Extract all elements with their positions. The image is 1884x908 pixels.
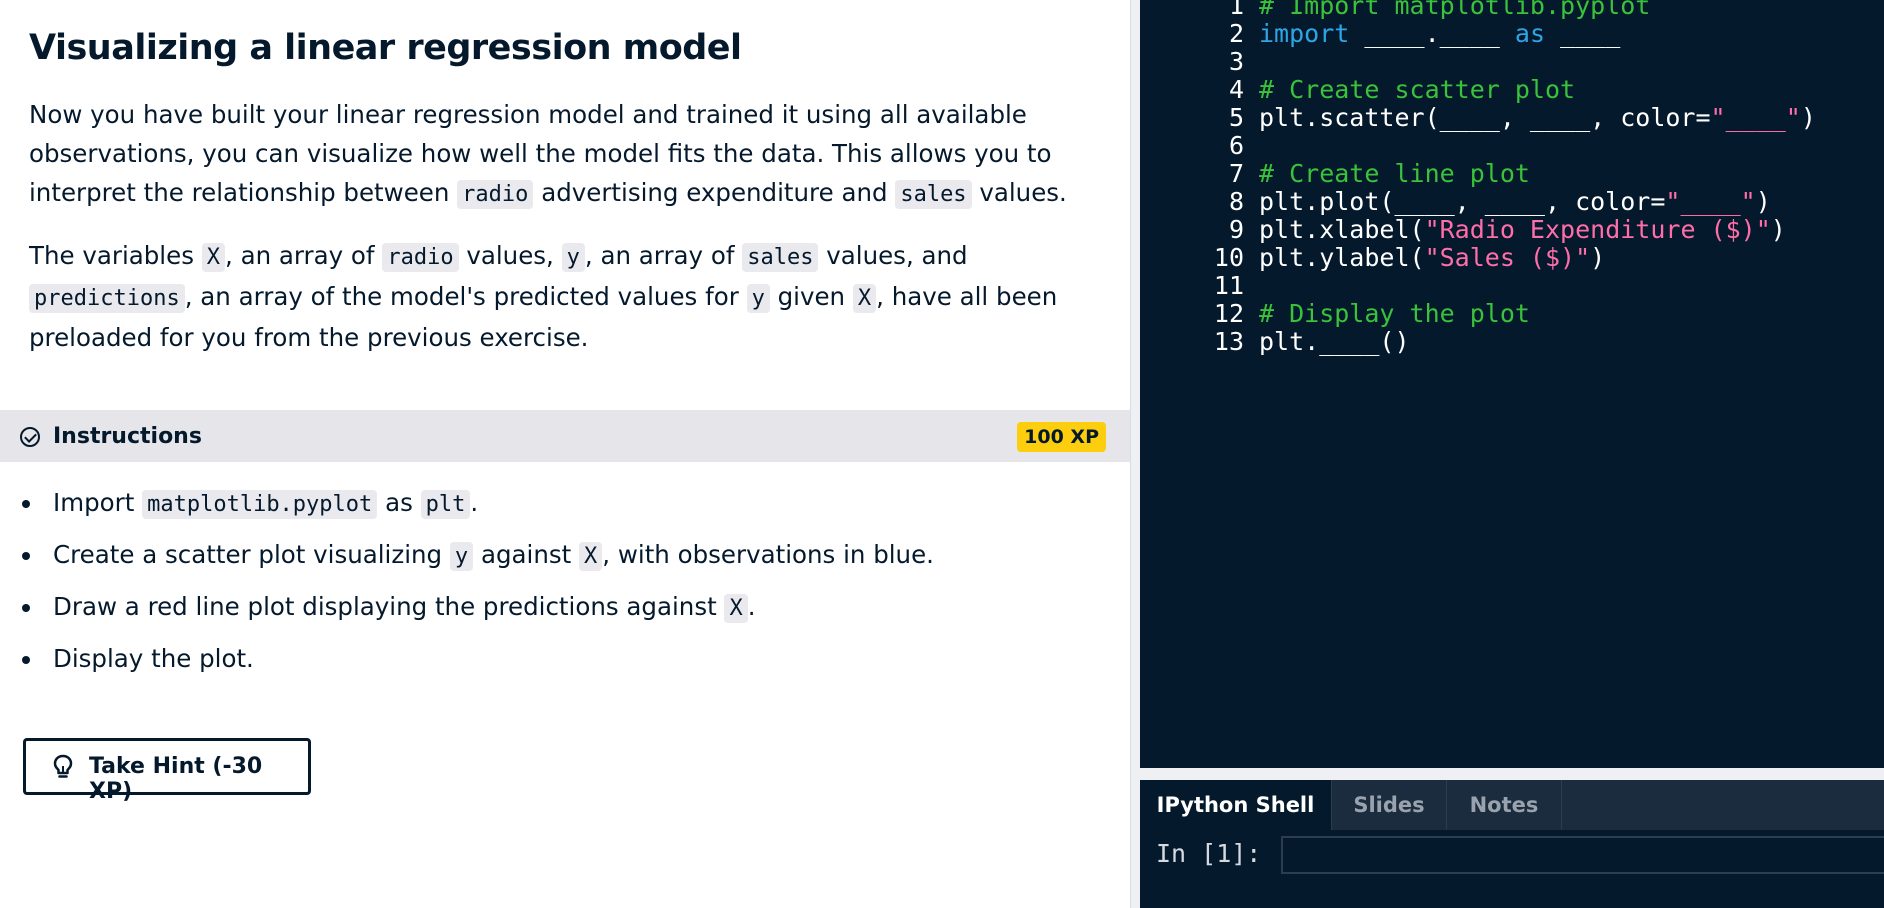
text-segment: Import xyxy=(53,488,143,517)
code-token: plt.ylabel( xyxy=(1259,243,1425,272)
code-token: "____" xyxy=(1710,103,1801,132)
instruction-text: Create a scatter plot visualizing y agai… xyxy=(53,538,934,574)
exercise-pane: Visualizing a linear regression model No… xyxy=(0,0,1130,908)
code-token: ) xyxy=(1770,215,1786,244)
text-segment: values, and xyxy=(818,241,968,270)
text-segment: advertising expenditure and xyxy=(533,178,896,207)
code-token: plt.scatter(____, ____, color= xyxy=(1259,103,1711,132)
text-segment: as xyxy=(377,488,421,517)
shell-input[interactable] xyxy=(1281,836,1884,874)
code-token: "Sales ($)" xyxy=(1424,243,1591,272)
code-token: ____.____ xyxy=(1349,19,1515,48)
inline-code: sales xyxy=(895,180,972,209)
text-segment: values. xyxy=(971,178,1067,207)
instruction-text: Display the plot. xyxy=(53,642,254,676)
tab-notes[interactable]: Notes xyxy=(1447,780,1562,830)
exercise-paragraph-2: The variables X, an array of radio value… xyxy=(29,236,1099,357)
inline-code: matplotlib.pyplot xyxy=(142,490,378,519)
code-editor[interactable]: 1 # Import matplotlib.pyplot 2 import ____.… xyxy=(1140,0,1884,768)
bullet-icon xyxy=(22,552,30,560)
bullet-icon xyxy=(22,500,30,508)
text-segment: given xyxy=(769,282,853,311)
code-token: ) xyxy=(1590,243,1606,272)
inline-code: sales xyxy=(742,243,819,272)
exercise-paragraph-1: Now you have built your linear regressio… xyxy=(29,95,1099,214)
bullet-icon xyxy=(22,604,30,612)
text-segment: . xyxy=(470,488,479,517)
bullet-icon xyxy=(22,656,30,664)
code-line: 13 plt.____() xyxy=(1140,325,1884,359)
inline-code: radio xyxy=(457,180,534,209)
code-token: "Radio Expenditure ($)" xyxy=(1424,215,1771,244)
inline-code: radio xyxy=(382,243,459,272)
text-segment: . xyxy=(747,592,756,621)
text-segment: , an array of xyxy=(584,241,743,270)
code-token: # Create scatter plot xyxy=(1259,75,1576,104)
code-token: "____" xyxy=(1665,187,1756,216)
text-segment: Create a scatter plot visualizing xyxy=(53,540,450,569)
inline-code: X xyxy=(724,594,748,623)
text-segment: Draw a red line plot displaying the pred… xyxy=(53,592,725,621)
code-token: # Create line plot xyxy=(1259,159,1530,188)
inline-code: X xyxy=(579,542,603,571)
xp-badge: 100 XP xyxy=(1017,422,1106,452)
text-segment: Display the plot. xyxy=(53,644,254,673)
instructions-label: Instructions xyxy=(53,424,202,449)
code-token: ____ xyxy=(1545,19,1621,48)
check-circle-icon xyxy=(20,427,40,447)
instructions-header: Instructions 100 XP xyxy=(0,410,1130,462)
code-token: plt.____() xyxy=(1259,327,1410,356)
code-token: plt.plot(____, ____, color= xyxy=(1259,187,1666,216)
text-segment: The variables xyxy=(29,241,202,270)
take-hint-label: Take Hint (-30 XP) xyxy=(89,754,263,804)
inline-code: X xyxy=(852,284,877,313)
inline-code: plt xyxy=(420,490,471,519)
text-segment: , an array of xyxy=(225,241,383,270)
instruction-text: Import matplotlib.pyplot as plt. xyxy=(53,486,478,522)
text-segment: against xyxy=(473,540,580,569)
code-token: ) xyxy=(1755,187,1771,216)
code-token: plt.xlabel( xyxy=(1259,215,1425,244)
console-panel: IPython Shell Slides Notes In [1]: xyxy=(1140,780,1884,908)
exercise-title: Visualizing a linear regression model xyxy=(29,28,742,68)
instruction-text: Draw a red line plot displaying the pred… xyxy=(53,590,756,626)
lightbulb-icon xyxy=(53,754,73,778)
code-token: # Display the plot xyxy=(1259,299,1530,328)
tab-ipython-shell[interactable]: IPython Shell xyxy=(1140,780,1332,830)
shell-prompt: In [1]: xyxy=(1156,839,1262,868)
editor-shell-gap xyxy=(1140,768,1884,780)
console-tabs: IPython Shell Slides Notes xyxy=(1140,780,1884,830)
code-text: plt.____() xyxy=(1259,325,1410,359)
text-segment: , with observations in blue. xyxy=(602,540,934,569)
inline-code: X xyxy=(201,243,225,272)
text-segment: values, xyxy=(458,241,562,270)
code-token: ) xyxy=(1800,103,1816,132)
inline-code: y xyxy=(449,542,474,571)
inline-code: y xyxy=(746,284,770,313)
inline-code: predictions xyxy=(29,284,185,313)
code-token: import xyxy=(1259,19,1350,48)
code-token: as xyxy=(1514,19,1545,48)
pane-divider[interactable] xyxy=(1130,0,1140,908)
line-number: 13 xyxy=(1213,327,1244,356)
take-hint-button[interactable]: Take Hint (-30 XP) xyxy=(23,738,311,804)
inline-code: y xyxy=(561,243,585,272)
text-segment: , an array of the model's predicted valu… xyxy=(184,282,747,311)
tab-slides[interactable]: Slides xyxy=(1332,780,1447,830)
